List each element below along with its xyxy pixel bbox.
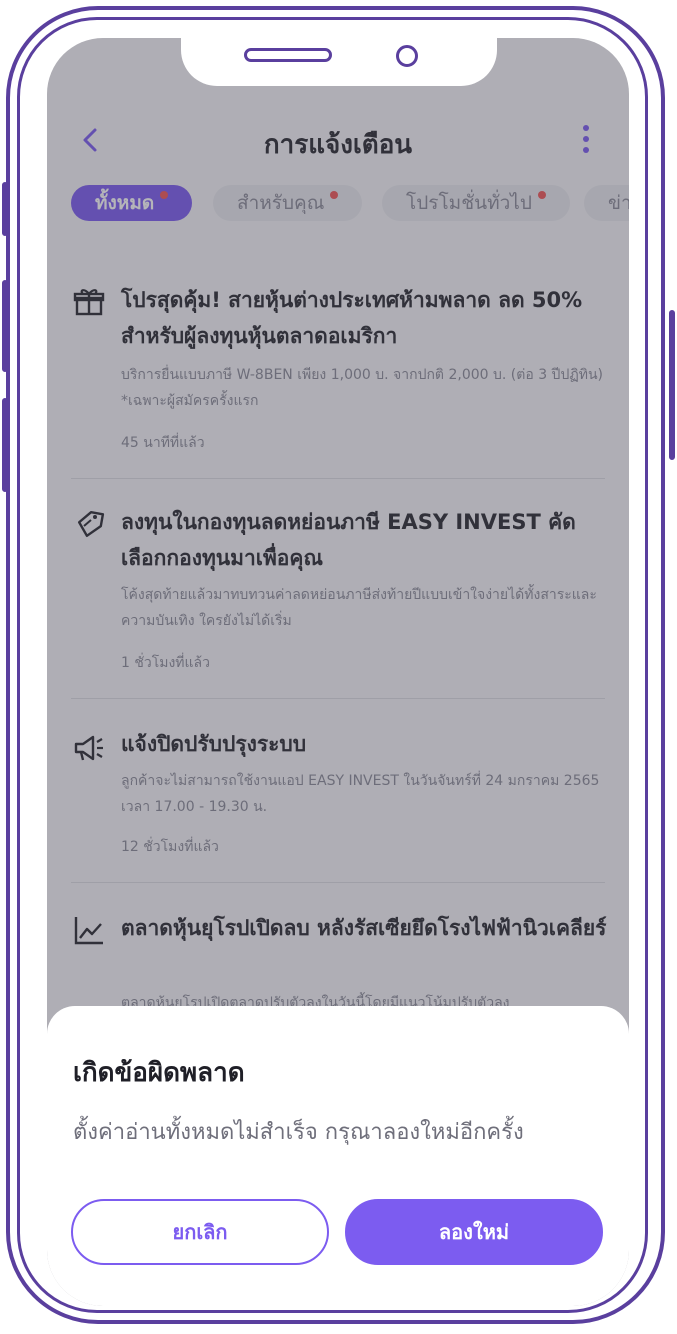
error-dialog: เกิดข้อผิดพลาด ตั้งค่าอ่านทั้งหมดไม่สำเร… [47,1006,629,1306]
side-button [2,182,8,236]
side-button [2,398,8,492]
side-button [669,310,675,460]
app-screen: การแจ้งเตือน ทั้งหมด สำหรับคุณ โปรโมชั่น… [47,38,629,1306]
retry-button[interactable]: ลองใหม่ [345,1199,603,1265]
speaker-slot [244,48,332,62]
cancel-button[interactable]: ยกเลิก [71,1199,329,1265]
dialog-title: เกิดข้อผิดพลาด [73,1058,245,1088]
dialog-message: ตั้งค่าอ่านทั้งหมดไม่สำเร็จ กรุณาลองใหม่… [73,1120,524,1145]
side-button [2,280,8,372]
camera-lens [396,45,418,67]
notch [181,38,497,86]
